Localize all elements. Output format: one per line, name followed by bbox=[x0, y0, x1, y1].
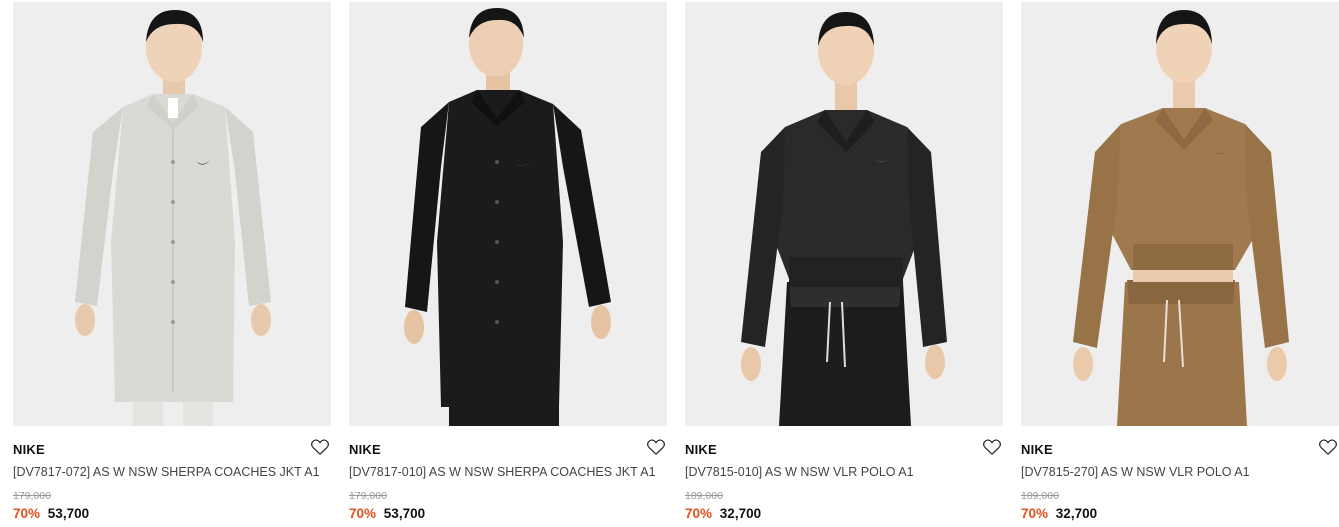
discount-rate: 70% bbox=[13, 506, 41, 521]
product-photo-black-polo bbox=[685, 2, 1003, 426]
discount-rate: 70% bbox=[1021, 506, 1049, 521]
sale-price: 53,700 bbox=[47, 506, 90, 521]
product-name[interactable]: [DV7817-072] AS W NSW SHERPA COACHES JKT… bbox=[13, 465, 343, 479]
price-row: 70% 53,700 bbox=[13, 506, 89, 521]
discount-rate: 70% bbox=[685, 506, 713, 521]
brand-name: NIKE bbox=[349, 442, 381, 457]
brand-name: NIKE bbox=[1021, 442, 1053, 457]
original-price: 179,000 bbox=[13, 490, 51, 502]
brand-name: NIKE bbox=[13, 442, 45, 457]
price-row: 70% 53,700 bbox=[349, 506, 425, 521]
product-image[interactable] bbox=[685, 2, 1003, 426]
heart-outline-icon[interactable] bbox=[983, 439, 1001, 457]
brand-name: NIKE bbox=[685, 442, 717, 457]
heart-outline-icon[interactable] bbox=[1319, 439, 1337, 457]
product-card[interactable]: NIKE [DV7817-010] AS W NSW SHERPA COACHE… bbox=[349, 2, 667, 527]
product-photo-black-coat bbox=[349, 2, 667, 426]
product-grid: NIKE [DV7817-072] AS W NSW SHERPA COACHE… bbox=[13, 2, 1339, 527]
product-photo-light-coat bbox=[13, 2, 331, 426]
product-image[interactable] bbox=[13, 2, 331, 426]
discount-rate: 70% bbox=[349, 506, 377, 521]
product-image[interactable] bbox=[349, 2, 667, 426]
heart-outline-icon[interactable] bbox=[647, 439, 665, 457]
product-name[interactable]: [DV7815-270] AS W NSW VLR POLO A1 bbox=[1021, 465, 1339, 479]
sale-price: 32,700 bbox=[1055, 506, 1098, 521]
product-name[interactable]: [DV7817-010] AS W NSW SHERPA COACHES JKT… bbox=[349, 465, 679, 479]
original-price: 179,000 bbox=[349, 490, 387, 502]
sale-price: 32,700 bbox=[719, 506, 762, 521]
product-image[interactable] bbox=[1021, 2, 1339, 426]
product-card[interactable]: NIKE [DV7815-270] AS W NSW VLR POLO A1 1… bbox=[1021, 2, 1339, 527]
original-price: 109,000 bbox=[1021, 490, 1059, 502]
product-card[interactable]: NIKE [DV7817-072] AS W NSW SHERPA COACHE… bbox=[13, 2, 331, 527]
price-row: 70% 32,700 bbox=[685, 506, 761, 521]
product-photo-tan-polo bbox=[1021, 2, 1339, 426]
product-card[interactable]: NIKE [DV7815-010] AS W NSW VLR POLO A1 1… bbox=[685, 2, 1003, 527]
price-row: 70% 32,700 bbox=[1021, 506, 1097, 521]
original-price: 109,000 bbox=[685, 490, 723, 502]
product-name[interactable]: [DV7815-010] AS W NSW VLR POLO A1 bbox=[685, 465, 1015, 479]
sale-price: 53,700 bbox=[383, 506, 426, 521]
heart-outline-icon[interactable] bbox=[311, 439, 329, 457]
